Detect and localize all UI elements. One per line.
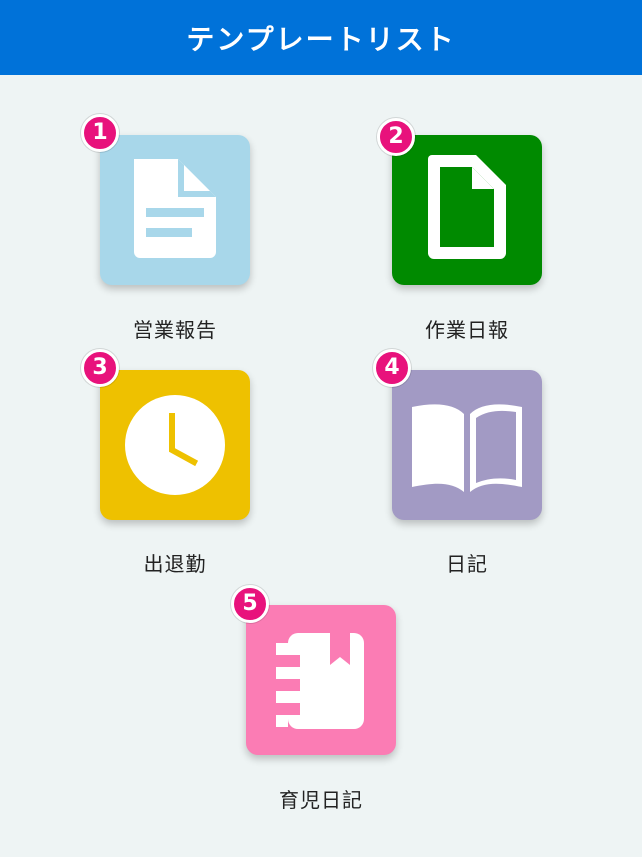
badge-number: 2 (377, 118, 415, 156)
template-tile-work-report[interactable] (392, 135, 542, 285)
badge-number: 4 (373, 349, 411, 387)
template-label: 出退勤 (143, 552, 207, 576)
open-book-icon (412, 404, 522, 492)
app-header: テンプレートリスト (0, 0, 642, 75)
badge-number: 5 (231, 585, 269, 623)
badge-number: 1 (81, 114, 119, 152)
template-tile-sales-report[interactable] (100, 135, 250, 285)
template-label: 営業報告 (133, 318, 217, 342)
header-title: テンプレートリスト (186, 22, 456, 56)
template-label: 日記 (446, 552, 488, 576)
notebook-bookmark-icon (276, 633, 364, 729)
template-tile-diary[interactable] (392, 370, 542, 520)
document-lines-icon (134, 159, 216, 258)
clock-icon (125, 395, 225, 495)
badge-number: 3 (81, 349, 119, 387)
template-tile-attendance[interactable] (100, 370, 250, 520)
blank-document-icon (428, 155, 506, 259)
template-tile-childcare-diary[interactable] (246, 605, 396, 755)
template-label: 育児日記 (279, 788, 363, 812)
template-label: 作業日報 (425, 318, 509, 342)
